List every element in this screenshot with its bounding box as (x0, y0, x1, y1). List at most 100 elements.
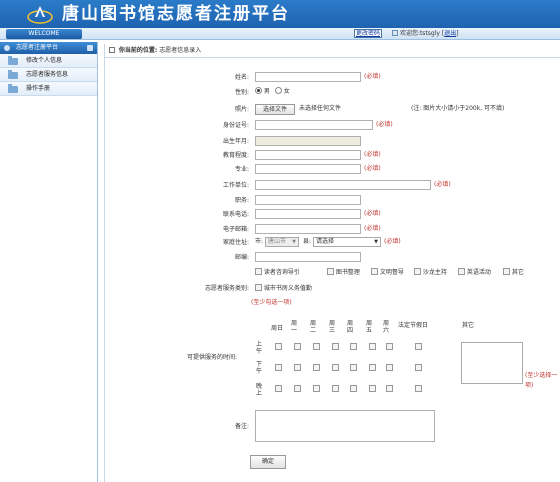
folder-icon (8, 70, 18, 79)
major-label: 专业: (234, 166, 249, 173)
location-icon (109, 47, 115, 53)
time-checkbox[interactable] (294, 385, 301, 392)
sidebar-item-edit-profile[interactable]: 修改个人信息 (0, 54, 97, 68)
major-input[interactable] (255, 164, 361, 174)
service-checkbox[interactable] (414, 268, 421, 275)
time-checkbox[interactable] (313, 343, 320, 350)
required-note: (必填) (364, 225, 381, 232)
time-checkbox[interactable] (415, 343, 422, 350)
form-row-position: 职务: (105, 195, 560, 209)
sidebar-title: 志愿者注册平台 (16, 44, 59, 51)
time-checkbox[interactable] (313, 364, 320, 371)
welcome-button[interactable]: WELCOME (6, 29, 82, 39)
time-checkbox[interactable] (386, 343, 393, 350)
form-row-address: 家庭住址: 市: 唐山市 ▼ 县: 请选择 ▼ (必填) (105, 237, 560, 251)
service-type-hint: (至少勾选一项) (251, 299, 292, 306)
position-input[interactable] (255, 195, 361, 205)
time-checkbox[interactable] (369, 364, 376, 371)
time-checkbox[interactable] (415, 364, 422, 371)
slot-label: 下午 (255, 361, 262, 375)
sidebar-item-volunteer-info[interactable]: 志愿者服务信息 (0, 68, 97, 82)
time-checkbox[interactable] (275, 364, 282, 371)
service-option-label: 图书整理 (335, 269, 360, 276)
time-checkbox[interactable] (275, 385, 282, 392)
time-checkbox[interactable] (275, 343, 282, 350)
birth-input[interactable] (255, 136, 361, 146)
service-option: 图书整理 (327, 268, 360, 278)
workplace-label: 工作单位: (222, 182, 249, 189)
time-checkbox[interactable] (350, 385, 357, 392)
day-header: 周三 (328, 320, 335, 334)
name-input[interactable] (255, 72, 361, 82)
sidebar-item-manual[interactable]: 操作手册 (0, 82, 97, 96)
zipcode-label: 邮编: (234, 254, 249, 261)
service-checkbox[interactable] (371, 268, 378, 275)
service-checkbox[interactable] (458, 268, 465, 275)
zipcode-input[interactable] (255, 252, 361, 262)
breadcrumb: 你当前的位置: 志愿者信息录入 (105, 44, 560, 58)
service-checkbox[interactable] (327, 268, 334, 275)
id-number-input[interactable] (255, 120, 373, 130)
phone-input[interactable] (255, 209, 361, 219)
library-logo-icon (27, 6, 53, 24)
time-checkbox[interactable] (369, 385, 376, 392)
remark-textarea[interactable] (255, 410, 435, 442)
breadcrumb-label: 你当前的位置: (118, 47, 158, 54)
time-checkbox[interactable] (386, 385, 393, 392)
district-select[interactable]: 请选择 ▼ (313, 237, 381, 247)
city-select[interactable]: 唐山市 ▼ (265, 237, 299, 247)
id-number-label: 身份证号: (222, 122, 249, 129)
time-checkbox[interactable] (294, 343, 301, 350)
welcome-label: WELCOME (28, 30, 60, 37)
logout-link[interactable]: 退出 (444, 30, 456, 37)
workplace-input[interactable] (255, 180, 431, 190)
time-checkbox[interactable] (386, 364, 393, 371)
email-input[interactable] (255, 224, 361, 234)
form-row-name: 姓名: (必填) (105, 72, 560, 86)
time-checkbox[interactable] (294, 364, 301, 371)
form-row-zipcode: 邮编: (105, 252, 560, 266)
time-checkbox[interactable] (369, 343, 376, 350)
change-password-link[interactable]: 更改密码 (354, 29, 383, 38)
form-row-email: 电子邮箱: (必填) (105, 224, 560, 238)
form-row-remark: 备注: (105, 410, 560, 444)
time-checkbox[interactable] (415, 385, 422, 392)
required-note: (必填) (364, 210, 381, 217)
gender-female-radio[interactable] (274, 87, 282, 94)
chevron-down-icon: ▼ (374, 239, 378, 245)
required-note: (必填) (364, 165, 381, 172)
collapse-icon[interactable] (87, 45, 93, 51)
photo-label: 照片: (234, 106, 249, 113)
submit-button[interactable]: 确定 (250, 455, 286, 469)
sidebar-item-label: 修改个人信息 (26, 57, 63, 64)
other-time-textarea[interactable] (461, 342, 523, 384)
time-checkbox[interactable] (332, 364, 339, 371)
service-checkbox[interactable] (255, 284, 262, 291)
welcome-user-text: 欢迎您:tstsgly (399, 30, 440, 37)
education-label: 教育程度: (222, 152, 249, 159)
gender-male-radio[interactable] (255, 87, 262, 94)
site-title: 唐山图书馆志愿者注册平台 (62, 4, 290, 24)
time-checkbox[interactable] (350, 343, 357, 350)
service-checkbox[interactable] (255, 268, 262, 275)
education-input[interactable] (255, 150, 361, 160)
service-option-label: 其它 (511, 269, 524, 276)
service-option: 读者咨询导引 (255, 268, 300, 278)
service-option-label: 城市书房义务值勤 (263, 285, 312, 292)
choose-file-button[interactable]: 选择文件 (255, 104, 295, 115)
time-checkbox[interactable] (332, 343, 339, 350)
sub-bar: WELCOME 更改密码 欢迎您:tstsgly [退出] (0, 28, 560, 40)
sidebar: 志愿者注册平台 修改个人信息 志愿者服务信息 操作手册 (0, 42, 98, 482)
time-checkbox[interactable] (332, 385, 339, 392)
main-content: 你当前的位置: 志愿者信息录入 姓名: (必填) 性别: 男 女 照片: 选择文… (104, 44, 560, 482)
service-checkbox[interactable] (503, 268, 510, 275)
form-row-gender: 性别: 男 女 (105, 87, 560, 101)
time-checkbox[interactable] (350, 364, 357, 371)
sidebar-item-label: 志愿者服务信息 (26, 71, 69, 78)
time-checkbox[interactable] (313, 385, 320, 392)
chevron-down-icon: ▼ (292, 239, 296, 245)
app-header: 唐山图书馆志愿者注册平台 (0, 0, 560, 28)
form-row-education: 教育程度: (必填) (105, 150, 560, 164)
required-note: (必填) (384, 238, 401, 245)
service-option: 城市书房义务值勤 (255, 284, 312, 294)
